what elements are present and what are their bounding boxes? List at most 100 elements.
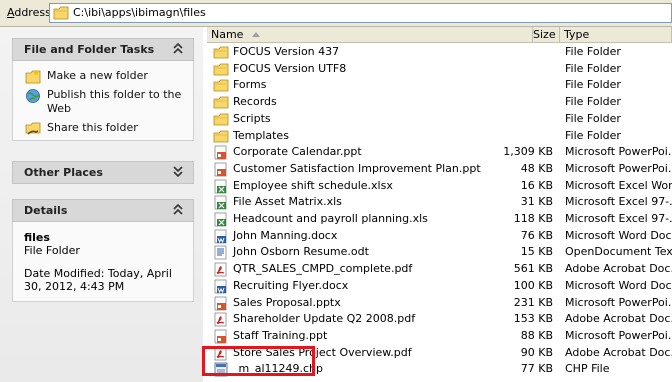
folder-icon (213, 79, 229, 92)
panel-title: Other Places (24, 166, 103, 179)
excel-file-icon (214, 212, 227, 227)
file-name: File Asset Matrix.xls (233, 195, 342, 209)
details-item-kind: File Folder (24, 244, 80, 257)
file-type: File Folder (565, 61, 621, 75)
details-header[interactable]: Details (12, 199, 194, 222)
file-row[interactable]: Corporate Calendar.ppt 1,309 KB Microsoft … (207, 144, 672, 161)
file-type: Microsoft Excel Wor... (565, 178, 672, 192)
file-type: Microsoft Word Doc... (565, 278, 672, 292)
file-list: Name Size Type FOCUS Version 437 File Fol… (207, 27, 672, 382)
file-name: Recruiting Flyer.docx (233, 278, 349, 292)
powerpoint-file-icon (214, 296, 227, 310)
details-item-name: files (24, 231, 50, 244)
file-name: Scripts (233, 111, 271, 125)
file-type: Microsoft PowerPoi... (565, 328, 672, 342)
task-pane: File and Folder Tasks Make a new folder … (0, 27, 203, 382)
chevron-up-icon[interactable] (172, 42, 184, 56)
file-name: Headcount and payroll planning.xls (233, 212, 428, 225)
file-type: Microsoft PowerPoi... (565, 145, 672, 159)
folder-icon (213, 63, 229, 76)
file-row[interactable]: FOCUS Version UTF8 File Folder (207, 61, 672, 78)
task-label: Share this folder (47, 121, 138, 134)
file-row[interactable]: Recruiting Flyer.docx 100 KB Microsoft Wor… (207, 278, 672, 295)
file-size: 77 KB (520, 362, 553, 376)
file-type: Microsoft PowerPoi... (565, 295, 672, 309)
column-header-type[interactable]: Type (560, 27, 672, 43)
file-name: Staff Training.ppt (233, 328, 328, 342)
file-type: CHP File (565, 362, 610, 376)
file-row[interactable]: John Manning.docx 76 KB Microsoft Word Doc… (207, 228, 672, 245)
panel-title: File and Folder Tasks (24, 43, 155, 56)
file-row[interactable]: Customer Satisfaction Improvement Plan.p… (207, 161, 672, 178)
file-name: QTR_SALES_CMPD_complete.pdf (233, 262, 413, 276)
pdf-file-icon (214, 262, 227, 277)
file-row[interactable]: Templates File Folder (207, 128, 672, 145)
column-label: Type (564, 28, 590, 41)
share-folder-icon (25, 122, 41, 135)
file-row[interactable]: QTR_SALES_CMPD_complete.pdf 561 KB Adobe A… (207, 261, 672, 278)
file-row[interactable]: Forms File Folder (207, 77, 672, 94)
file-type: File Folder (565, 95, 621, 109)
file-size: 48 KB (520, 161, 553, 175)
excel-file-icon (214, 179, 227, 193)
file-name: John Manning.docx (233, 228, 338, 242)
task-label: Make a new folder (47, 69, 148, 82)
powerpoint-file-icon (214, 329, 227, 344)
file-size: 153 KB (513, 312, 553, 326)
file-row[interactable]: Employee shift schedule.xlsx 16 KB Microso… (207, 178, 672, 195)
powerpoint-file-icon (214, 162, 227, 177)
column-label: Name (211, 28, 244, 41)
file-size: 31 KB (520, 195, 553, 209)
task-share-folder[interactable]: Share this folder (13, 121, 193, 135)
excel-file-icon (214, 195, 227, 210)
file-row[interactable]: Headcount and payroll planning.xls 118 KB… (207, 211, 672, 228)
file-row[interactable]: FOCUS Version 437 File Folder (207, 44, 672, 61)
task-make-new-folder[interactable]: Make a new folder (13, 69, 193, 84)
folder-icon (213, 46, 229, 59)
panel-title: Details (24, 204, 68, 217)
file-row[interactable]: File Asset Matrix.xls 31 KB Microsoft Exce… (207, 194, 672, 211)
file-row[interactable]: Scripts File Folder (207, 111, 672, 128)
folder-icon (213, 113, 229, 126)
address-bar: Address C:\ibi\apps\ibimagn\files (0, 0, 672, 27)
task-publish-web[interactable]: Publish this folder to the Web (13, 88, 193, 116)
details-panel: Details files File Folder Date Modified:… (12, 199, 194, 302)
file-folder-tasks-body: Make a new folder Publish this folder to… (12, 61, 194, 141)
file-row[interactable]: Staff Training.ppt 88 KB Microsoft PowerPo… (207, 328, 672, 345)
column-header-name[interactable]: Name (207, 27, 533, 43)
file-size: 100 KB (513, 278, 553, 292)
file-folder-tasks-header[interactable]: File and Folder Tasks (12, 38, 194, 61)
file-name: Templates (233, 128, 289, 142)
pdf-file-icon (214, 312, 227, 327)
file-row[interactable]: Records File Folder (207, 94, 672, 111)
column-header-size[interactable]: Size (533, 27, 560, 43)
file-size: 231 KB (513, 295, 553, 309)
file-size: 15 KB (520, 245, 553, 259)
file-name: FOCUS Version 437 (233, 45, 340, 58)
file-row[interactable]: Shareholder Update Q2 2008.pdf 153 KB Adob… (207, 311, 672, 328)
file-type: Adobe Acrobat Doc... (565, 312, 672, 326)
word-file-icon (214, 279, 227, 294)
file-type: File Folder (565, 78, 621, 92)
sort-ascending-icon (252, 32, 260, 37)
new-folder-icon (25, 70, 41, 84)
address-input[interactable]: C:\ibi\apps\ibimagn\files (49, 3, 672, 23)
column-label: Size (533, 28, 556, 41)
other-places-header[interactable]: Other Places (12, 161, 194, 184)
folder-icon (213, 130, 229, 142)
chevron-down-icon[interactable] (172, 165, 184, 179)
file-name: Shareholder Update Q2 2008.pdf (233, 312, 416, 326)
file-type: File Folder (565, 128, 621, 142)
file-type: Microsoft Word Doc... (565, 228, 672, 242)
file-row[interactable]: Sales Proposal.pptx 231 KB Microsoft Power… (207, 295, 672, 312)
chevron-up-icon[interactable] (172, 203, 184, 217)
file-size: 561 KB (513, 262, 553, 276)
address-label: Address (7, 6, 51, 19)
file-name: FOCUS Version UTF8 (233, 61, 347, 75)
other-places-panel: Other Places (12, 161, 194, 184)
file-type: Adobe Acrobat Doc... (565, 345, 672, 359)
word-file-icon (214, 229, 227, 244)
file-folder-tasks-panel: File and Folder Tasks Make a new folder … (12, 38, 194, 141)
file-type: Microsoft Excel 97-... (565, 195, 672, 209)
file-row[interactable]: John Osborn Resume.odt 15 KB OpenDocument … (207, 244, 672, 261)
